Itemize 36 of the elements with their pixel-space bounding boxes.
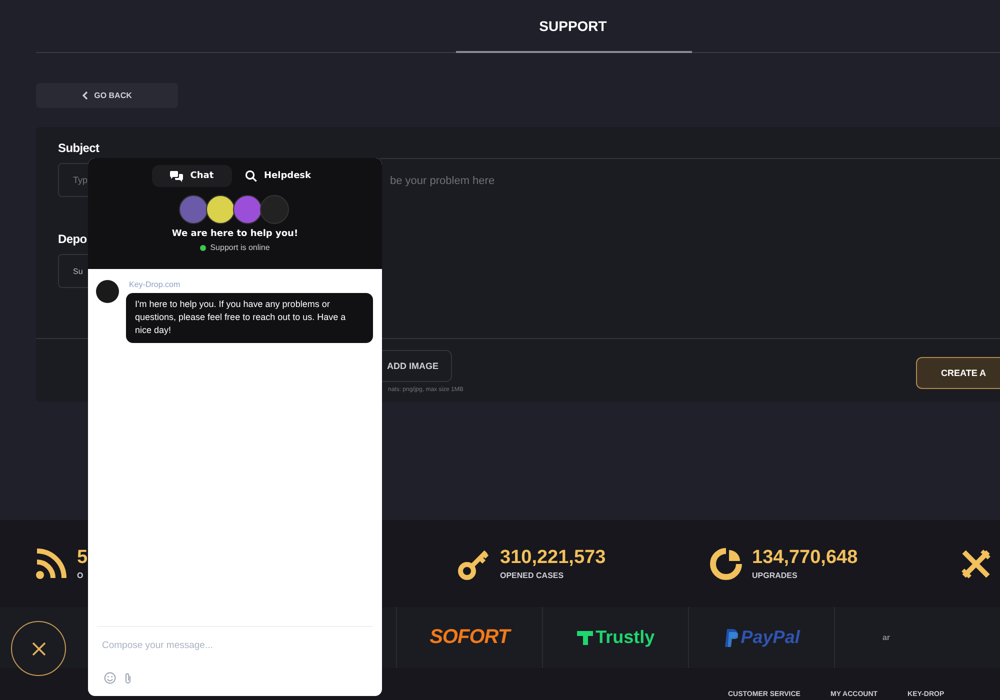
paperclip-icon[interactable] bbox=[124, 672, 132, 684]
chevron-left-icon bbox=[82, 91, 88, 100]
support-status: Support is online bbox=[210, 243, 270, 252]
emoji-icon[interactable] bbox=[104, 672, 116, 684]
payment-logo: SOFORT bbox=[430, 626, 510, 649]
stat-value: 310,221,573 bbox=[500, 547, 606, 569]
crossed-swords-icon bbox=[960, 548, 992, 580]
message-bubble: I'm here to help you. If you have any problems or questions, please feel free to reach out to us. Have a nice day! bbox=[126, 293, 373, 343]
payment-logo: PayPal bbox=[724, 627, 800, 648]
department-label: Depo bbox=[58, 232, 87, 246]
go-back-button[interactable]: GO BACK bbox=[36, 83, 178, 108]
key-icon bbox=[458, 548, 490, 580]
sender-avatar bbox=[96, 280, 119, 303]
payment-logo: ar bbox=[882, 633, 890, 642]
stat-label: O bbox=[77, 571, 84, 580]
chat-bubbles-icon bbox=[170, 170, 184, 182]
payment-logo: Trustly bbox=[576, 627, 655, 648]
ring-icon bbox=[710, 548, 742, 580]
stat-label: OPENED CASES bbox=[500, 571, 565, 580]
agent-avatar bbox=[179, 195, 208, 224]
rss-icon bbox=[35, 548, 67, 580]
chat-heading: We are here to help you! bbox=[172, 229, 298, 239]
stat-value: 134,770,648 bbox=[752, 547, 858, 569]
sender-name: Key-Drop.com bbox=[129, 280, 182, 289]
stat-value: 5 bbox=[77, 547, 88, 569]
search-icon bbox=[244, 170, 257, 182]
chat-tab[interactable]: Helpdesk bbox=[238, 165, 318, 187]
chat-tab[interactable]: Chat bbox=[152, 165, 232, 187]
page-title: SUPPORT bbox=[538, 18, 608, 36]
create-button[interactable]: CREATE A bbox=[916, 357, 1000, 389]
agent-avatar bbox=[206, 195, 235, 224]
logo-avatar bbox=[260, 195, 289, 224]
agent-avatar bbox=[233, 195, 262, 224]
subject-label: Subject bbox=[58, 141, 100, 155]
close-icon bbox=[30, 640, 46, 656]
stat-label: UPGRADES bbox=[752, 571, 798, 580]
